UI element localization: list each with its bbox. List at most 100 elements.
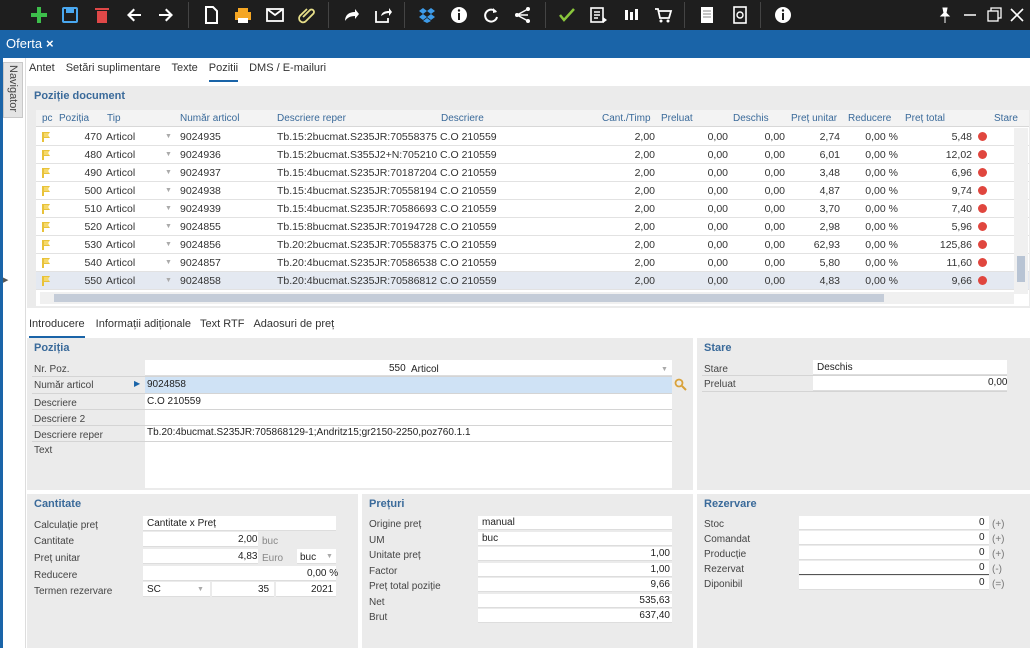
tab-pozitii[interactable]: Pozitii xyxy=(208,62,239,82)
col-numar-articol[interactable]: Număr articol xyxy=(180,113,239,124)
descriere2-field[interactable] xyxy=(145,410,672,426)
col-pc[interactable]: pc xyxy=(42,113,53,124)
notes-icon[interactable] xyxy=(694,3,720,27)
pin-icon[interactable] xyxy=(935,3,955,27)
table-row[interactable]: ▶ 550 Articol 9024858 Tb.20:4bucmat.S235JR:7… xyxy=(3,272,1029,290)
tip-dropdown-icon[interactable]: ▼ xyxy=(165,223,172,230)
rezervare-field[interactable] xyxy=(799,561,989,575)
col-pret-total[interactable]: Preț total xyxy=(905,113,945,124)
info-icon[interactable] xyxy=(446,3,472,27)
tip-dropdown-icon[interactable]: ▼ xyxy=(165,151,172,158)
tab-informatii-aditionale[interactable]: Informații adiționale xyxy=(96,318,191,338)
back-arrow-icon[interactable] xyxy=(121,3,147,27)
grid-icon[interactable] xyxy=(618,3,644,27)
attachment-icon[interactable] xyxy=(294,3,320,27)
tip-value[interactable]: Articol xyxy=(411,364,439,375)
close-tab-icon[interactable]: × xyxy=(46,36,54,51)
tab-adaosuri-de-pret[interactable]: Adaosuri de preț xyxy=(253,318,334,338)
table-row[interactable]: 470 Articol 9024935 Tb.15:2bucmat.S235JR:70… xyxy=(36,128,1029,146)
col-preluat[interactable]: Preluat xyxy=(661,113,693,124)
col-tip[interactable]: Tip xyxy=(107,113,121,124)
grid-vertical-scrollbar[interactable] xyxy=(1014,128,1028,294)
preturi-field[interactable] xyxy=(478,531,672,546)
cell-pret-unitar: 3,48 xyxy=(819,167,840,179)
termen-dropdown-icon[interactable]: ▼ xyxy=(197,586,204,593)
print-icon[interactable] xyxy=(230,3,256,27)
table-row[interactable]: 500 Articol 9024938 Tb.15:4bucmat.S235JR:70… xyxy=(36,182,1029,200)
rezervare-field[interactable] xyxy=(799,576,989,590)
table-row[interactable]: 530 Articol 9024856 Tb.20:2bucmat.S235JR:70… xyxy=(36,236,1029,254)
rezervare-field[interactable] xyxy=(799,546,989,560)
copy-document-icon[interactable] xyxy=(198,3,224,27)
currency-value[interactable]: Euro xyxy=(262,553,283,564)
col-pozitia[interactable]: Poziția xyxy=(59,113,89,124)
pret-unit-dropdown-icon[interactable]: ▼ xyxy=(326,553,333,560)
col-descriere[interactable]: Descriere xyxy=(441,113,484,124)
share-icon[interactable] xyxy=(510,3,536,27)
tab-antet[interactable]: Antet xyxy=(29,62,55,82)
delete-icon[interactable] xyxy=(89,3,115,27)
tip-dropdown-icon[interactable]: ▼ xyxy=(165,277,172,284)
table-row[interactable]: 520 Articol 9024855 Tb.15:8bucmat.S235JR:70… xyxy=(36,218,1029,236)
col-pret-unitar[interactable]: Preț unitar xyxy=(791,113,837,124)
table-row[interactable]: 480 Articol 9024936 Tb.15:2bucmat.S355J2+N:… xyxy=(36,146,1029,164)
tab-text-rtf[interactable]: Text RTF xyxy=(200,318,244,338)
preluat-field[interactable] xyxy=(813,376,1007,391)
minimize-icon[interactable] xyxy=(960,3,980,27)
tip-dropdown-icon[interactable]: ▼ xyxy=(165,205,172,212)
tip-dropdown-icon[interactable]: ▼ xyxy=(165,133,172,140)
check-icon[interactable] xyxy=(554,3,580,27)
numar-articol-field[interactable] xyxy=(145,377,672,393)
descriere-field[interactable] xyxy=(145,394,672,410)
rezervare-field[interactable] xyxy=(799,531,989,545)
tab-introducere[interactable]: Introducere xyxy=(29,318,85,338)
window-title[interactable]: Oferta xyxy=(6,36,42,51)
restore-icon[interactable] xyxy=(984,3,1004,27)
redo-icon[interactable] xyxy=(338,3,364,27)
refresh-icon[interactable] xyxy=(478,3,504,27)
preturi-field[interactable] xyxy=(478,547,672,561)
tip-dropdown-icon[interactable]: ▼ xyxy=(661,366,668,373)
col-cant-timp[interactable]: Cant./Timp xyxy=(602,113,651,124)
rezervare-field[interactable] xyxy=(799,516,989,530)
email-icon[interactable] xyxy=(262,3,288,27)
add-icon[interactable] xyxy=(26,3,52,27)
grid-horizontal-scrollbar[interactable] xyxy=(40,292,1014,304)
export-icon[interactable] xyxy=(370,3,396,27)
col-deschis[interactable]: Deschis xyxy=(733,113,769,124)
vertical-scroll-thumb[interactable] xyxy=(1017,256,1025,282)
save-icon[interactable] xyxy=(57,3,83,27)
col-descriere-reper[interactable]: Descriere reper xyxy=(277,113,346,124)
cell-numar-articol: 9024858 xyxy=(180,275,221,287)
navigator-tab[interactable]: Navigator xyxy=(3,62,23,118)
info2-icon[interactable] xyxy=(770,3,796,27)
preturi-field[interactable] xyxy=(478,562,672,577)
tip-dropdown-icon[interactable]: ▼ xyxy=(165,169,172,176)
table-row[interactable]: 540 Articol 9024857 Tb.20:4bucmat.S235JR:70… xyxy=(36,254,1029,272)
tip-dropdown-icon[interactable]: ▼ xyxy=(165,187,172,194)
table-row[interactable]: 510 Articol 9024939 Tb.15:4bucmat.S235JR:70… xyxy=(36,200,1029,218)
cell-pret-total: 9,74 xyxy=(951,185,972,197)
col-reducere[interactable]: Reducere xyxy=(848,113,891,124)
nr-poz-field[interactable] xyxy=(145,360,672,376)
preturi-field[interactable] xyxy=(478,578,672,592)
document-stamp-icon[interactable] xyxy=(727,3,753,27)
cart-icon[interactable] xyxy=(650,3,676,27)
tip-dropdown-icon[interactable]: ▼ xyxy=(165,259,172,266)
tab-texte[interactable]: Texte xyxy=(171,62,197,82)
position-type-icon xyxy=(42,150,50,160)
table-row[interactable]: 490 Articol 9024937 Tb.15:4bucmat.S235JR:70… xyxy=(36,164,1029,182)
tip-dropdown-icon[interactable]: ▼ xyxy=(165,241,172,248)
forward-arrow-icon[interactable] xyxy=(153,3,179,27)
rezervare-sign: (+) xyxy=(992,534,1005,545)
dropbox-icon[interactable] xyxy=(414,3,440,27)
tab-dms-emailuri[interactable]: DMS / E-mailuri xyxy=(249,62,326,82)
text-field[interactable] xyxy=(145,442,672,488)
search-icon[interactable] xyxy=(674,378,687,391)
col-stare[interactable]: Stare xyxy=(994,113,1018,124)
transfer-icon[interactable] xyxy=(586,3,612,27)
horizontal-scroll-thumb[interactable] xyxy=(54,294,884,302)
close-window-icon[interactable] xyxy=(1007,3,1027,27)
status-dot-icon xyxy=(978,222,987,231)
tab-setari-suplimentare[interactable]: Setări suplimentare xyxy=(66,62,161,82)
